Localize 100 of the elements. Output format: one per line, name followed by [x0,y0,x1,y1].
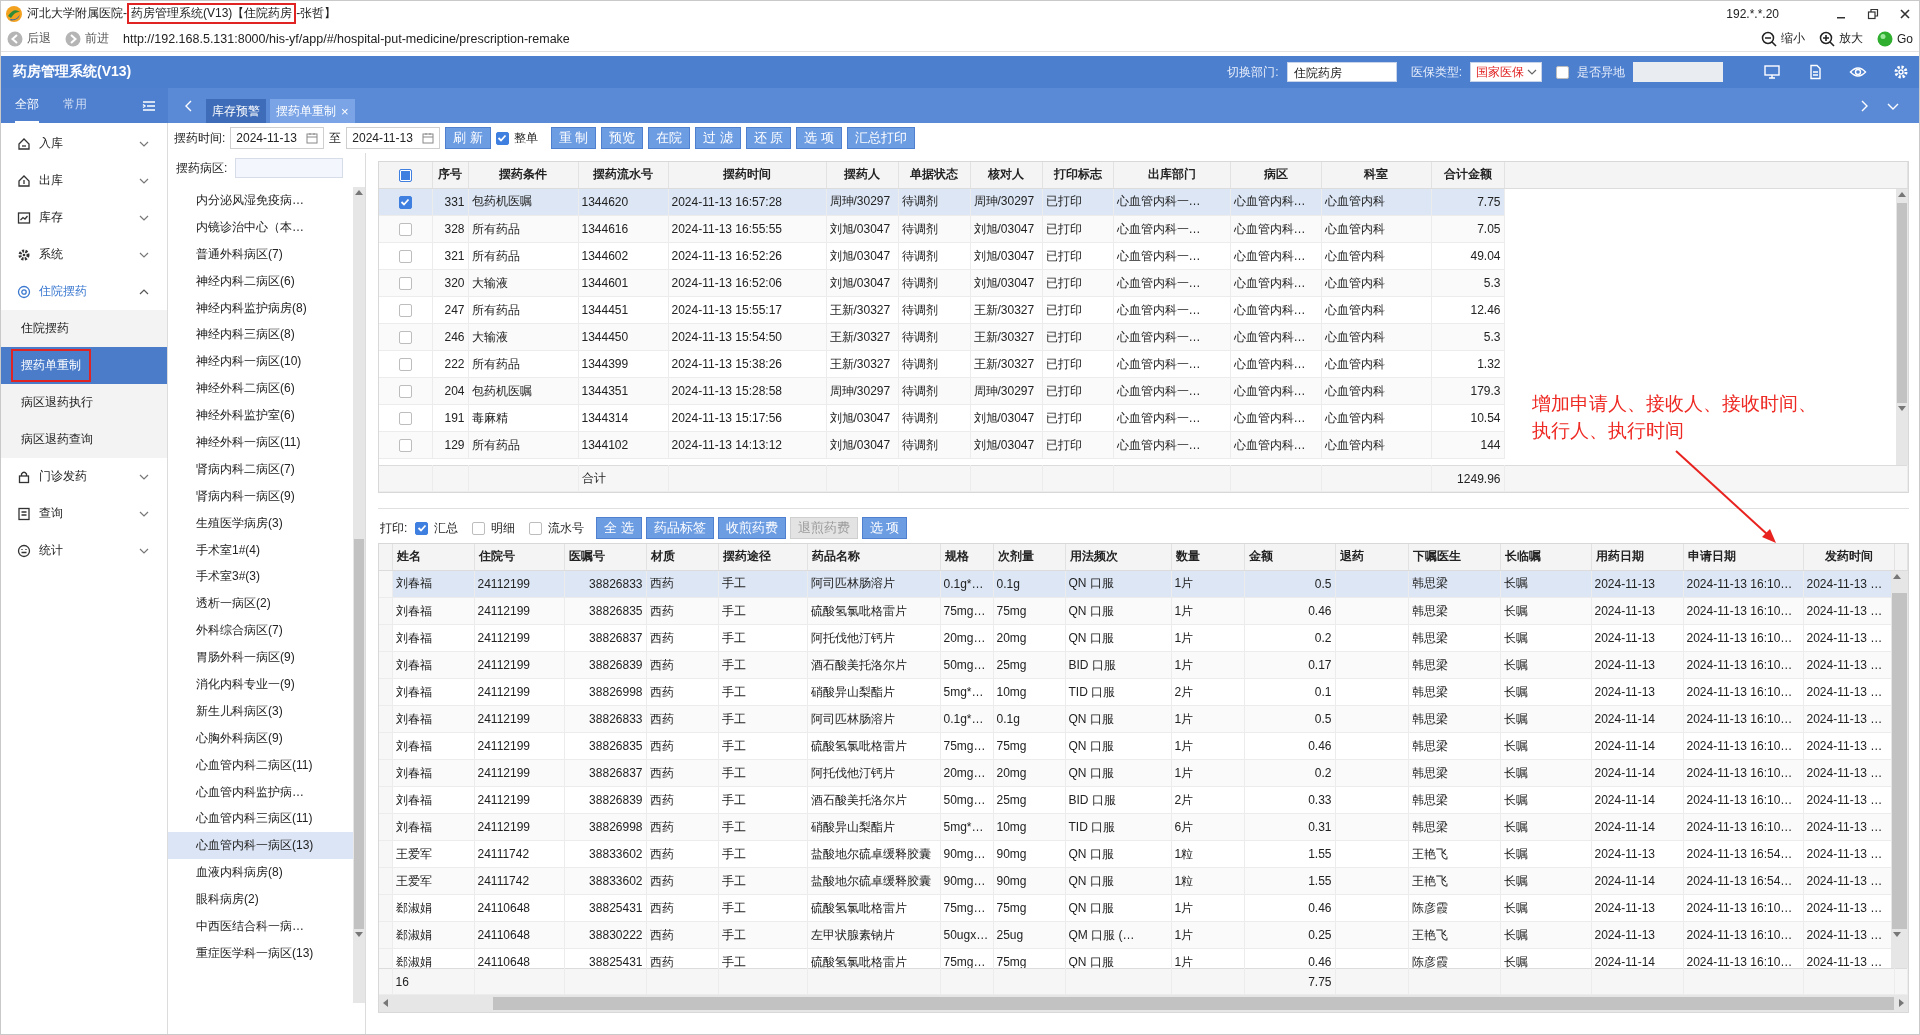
list-item[interactable]: 内镜诊治中心（本… [168,213,353,241]
list-item[interactable]: 肾病内科二病区(7) [168,455,353,483]
go-button[interactable]: Go [1877,30,1913,47]
settings-icon[interactable] [1893,64,1909,80]
submenu-item[interactable]: 病区退药执行 [1,384,167,421]
list-item[interactable]: 心血管内科三病区(11) [168,805,353,833]
back-button[interactable]: 后退 [7,30,51,47]
select-all-checkbox[interactable] [398,168,412,182]
checkbox[interactable] [529,521,543,535]
table-row[interactable]: 204 包药机医嘱 1344351 2024-11-13 15:28:58 周珅/30297 待调剂 周珅/30297 已打印 心血管内科一… 心血管内科… 心血管内科 179.3 [379,377,1504,405]
row-checkbox[interactable] [398,439,412,453]
table-row[interactable]: 刘春福 24112199 38826833 西药 手工 阿司匹林肠溶片 0.1g*… 0.1g QN 口服 1片 0.5 韩思梁 长嘱 2024-11-13 2024-11-13 16:10… 2024-11-13 … [379,570,1891,598]
date-field[interactable]: 2024-11-13 [346,127,441,149]
row-checkbox[interactable] [398,250,412,264]
table-row[interactable]: 247 所有药品 1344451 2024-11-13 15:55:17 王新/30327 待调剂 王新/30327 已打印 心血管内科一… 心血管内科… 心血管内科 12.46 [379,296,1504,324]
tab[interactable]: 全部 [15,88,39,123]
department-field[interactable]: 住院药房 [1286,62,1397,82]
menu-item[interactable]: 入库 [1,125,167,162]
list-item[interactable]: 胃肠外科一病区(9) [168,644,353,672]
scrollbar[interactable] [1896,188,1908,465]
list-item[interactable]: 神经内科三病区(8) [168,321,353,349]
list-item[interactable]: 手术室1#(4) [168,536,353,564]
chevron-left-icon[interactable] [184,99,194,112]
table-row[interactable]: 刘春福 24112199 38826839 西药 手工 酒石酸美托洛尔片 50mg… 25mg BID 口服 2片 0.33 韩思梁 长嘱 2024-11-14 2024-11-13 16:10… 2024-11-13 … [379,786,1891,814]
list-item[interactable]: 心血管内科一病区(13) [168,832,353,860]
table-row[interactable]: 王爱军 24111742 38833602 西药 手工 盐酸地尔硫卓缓释胶囊 90mg… 90mg QN 口服 1粒 1.55 王艳飞 长嘱 2024-11-14 2024-11-13 16:54… 2024-11-13 … [379,867,1891,895]
column-header[interactable]: 退药 [1339,549,1364,564]
table-row[interactable]: 129 所有药品 1344102 2024-11-13 14:13:12 刘旭/03047 待调剂 刘旭/03047 已打印 心血管内科一… 心血管内科… 心血管内科 144 [379,431,1504,459]
table-row[interactable]: 222 所有药品 1344399 2024-11-13 15:38:26 王新/30327 待调剂 王新/30327 已打印 心血管内科一… 心血管内科… 心血管内科 1.32 [379,350,1504,378]
menu-item[interactable]: 统计 [1,532,167,569]
table-row[interactable]: 刘春福 24112199 38826837 西药 手工 阿托伐他汀钙片 20mg… 20mg QN 口服 1片 0.2 韩思梁 长嘱 2024-11-14 2024-11-13 16:10… 2024-11-13 … [379,759,1891,787]
list-item[interactable]: 手术室3#(3) [168,563,353,591]
menu-item[interactable]: 库存 [1,199,167,236]
list-item[interactable]: 生殖医学病房(3) [168,509,353,537]
blank-field[interactable] [1633,62,1723,82]
row-checkbox[interactable] [398,223,412,237]
eye-icon[interactable] [1849,64,1867,80]
remote-checkbox[interactable] [1556,65,1569,79]
list-item[interactable]: 重症医学科一病区(13) [168,939,353,967]
list-item[interactable]: 眼科病房(2) [168,886,353,914]
scrollbar[interactable] [379,995,1908,1012]
close-icon[interactable] [1899,7,1911,20]
list-item[interactable]: 血液内科病房(8) [168,859,353,887]
table-row[interactable]: 246 大输液 1344450 2024-11-13 15:54:50 王新/30327 待调剂 王新/30327 已打印 心血管内科一… 心血管内科… 心血管内科 5.3 [379,323,1504,351]
menu-item[interactable]: 住院摆药 [1,273,167,310]
table-row[interactable]: 320 大输液 1344601 2024-11-13 16:52:06 刘旭/03047 待调剂 刘旭/03047 已打印 心血管内科一… 心血管内科… 心血管内科 5.3 [379,269,1504,297]
table-row[interactable]: 刘春福 24112199 38826998 西药 手工 硝酸异山梨酯片 5mg*… 10mg TID 口服 6片 0.31 韩思梁 长嘱 2024-11-14 2024-11-13 16:10… 2024-11-13 … [379,813,1891,841]
column-header[interactable]: 姓名 [396,549,421,564]
checkbox[interactable] [415,521,429,535]
row-checkbox[interactable] [398,331,412,345]
list-item[interactable]: 心血管内科二病区(11) [168,751,353,779]
restore-icon[interactable] [1867,7,1879,20]
list-item[interactable]: 神经外科监护室(6) [168,402,353,429]
menu-item[interactable]: 系统 [1,236,167,273]
column-header[interactable]: 数量 [1175,549,1200,564]
row-checkbox[interactable] [398,304,412,318]
scrollbar[interactable] [353,187,365,1003]
list-item[interactable]: 中西医结合科一病… [168,913,353,940]
row-checkbox[interactable] [398,358,412,372]
table-row[interactable]: 刘春福 24112199 38826835 西药 手工 硫酸氢氯吡格雷片 75mg… 75mg QN 口服 1片 0.46 韩思梁 长嘱 2024-11-13 2024-11-13 16:10… 2024-11-13 … [379,597,1891,625]
scrollbar[interactable] [1891,570,1908,968]
list-item[interactable]: 神经内科二病区(6) [168,267,353,295]
table-row[interactable]: 328 所有药品 1344616 2024-11-13 16:55:55 刘旭/03047 待调剂 刘旭/03047 已打印 心血管内科一… 心血管内科… 心血管内科 7.05 [379,215,1504,243]
table-row[interactable]: 刘春福 24112199 38826839 西药 手工 酒石酸美托洛尔片 50mg… 25mg BID 口服 1片 0.17 韩思梁 长嘱 2024-11-13 2024-11-13 16:10… 2024-11-13 … [379,651,1891,679]
insurance-select[interactable]: 国家医保 [1470,62,1542,82]
checkbox[interactable] [495,131,509,145]
list-item[interactable]: 神经外科一病区(11) [168,429,353,456]
table-row[interactable]: 王爱军 24111742 38833602 西药 手工 盐酸地尔硫卓缓释胶囊 90mg… 90mg QN 口服 1粒 1.55 王艳飞 长嘱 2024-11-13 2024-11-13 16:54… 2024-11-13 … [379,840,1891,868]
zoom-out-button[interactable]: 缩小 [1761,30,1805,47]
table-row[interactable]: 郄淑娟 24110648 38830222 西药 手工 左甲状腺素钠片 50ugx… 25ug QM 口服 (… 1片 0.25 王艳飞 长嘱 2024-11-13 2024-11-13 16:10… 2024-11-13 … [379,921,1891,949]
list-item[interactable]: 内分泌风湿免疫病… [168,187,353,214]
list-item[interactable]: 外科综合病区(7) [168,617,353,645]
row-checkbox[interactable] [398,412,412,426]
list-item[interactable]: 新生儿科病区(3) [168,697,353,725]
chevron-right-icon[interactable] [1859,99,1869,112]
list-item[interactable]: 肾病内科一病区(9) [168,482,353,510]
menu-item[interactable]: 查询 [1,495,167,532]
row-checkbox[interactable] [398,195,412,209]
submenu-item[interactable]: 摆药单重制 [1,347,167,384]
menu-item[interactable]: 门诊发药 [1,458,167,495]
row-checkbox[interactable] [398,277,412,291]
list-item[interactable]: 神经外科二病区(6) [168,375,353,403]
forward-button[interactable]: 前进 [65,30,109,47]
menu-icon[interactable] [142,99,156,112]
table-row[interactable]: 刘春福 24112199 38826835 西药 手工 硫酸氢氯吡格雷片 75mg… 75mg QN 口服 1片 0.46 韩思梁 长嘱 2024-11-14 2024-11-13 16:10… 2024-11-13 … [379,732,1891,760]
column-header[interactable]: 摆药时间 [723,167,771,182]
list-item[interactable]: 消化内科专业一(9) [168,671,353,698]
column-header[interactable]: 金额 [1248,549,1273,564]
table-row[interactable]: 331 包药机医嘱 1344620 2024-11-13 16:57:28 周珅/30297 待调剂 周珅/30297 已打印 心血管内科一… 心血管内科… 心血管内科 7.75 [379,188,1504,216]
ward-search-field[interactable] [235,158,344,178]
zoom-in-button[interactable]: 放大 [1819,30,1863,47]
table-row[interactable]: 刘春福 24112199 38826837 西药 手工 阿托伐他汀钙片 20mg… 20mg QN 口服 1片 0.2 韩思梁 长嘱 2024-11-13 2024-11-13 16:10… 2024-11-13 … [379,624,1891,652]
address-field[interactable]: http://192.168.5.131:8000/his-yf/app/#/hospital-put-medicine/prescription-remake [123,31,1747,46]
table-row[interactable]: 刘春福 24112199 38826833 西药 手工 阿司匹林肠溶片 0.1g*… 0.1g QN 口服 1片 0.5 韩思梁 长嘱 2024-11-14 2024-11-13 16:10… 2024-11-13 … [379,705,1891,733]
table-row[interactable]: 刘春福 24112199 38826998 西药 手工 硝酸异山梨酯片 5mg*… 10mg TID 口服 2片 0.1 韩思梁 长嘱 2024-11-13 2024-11-13 16:10… 2024-11-13 … [379,678,1891,706]
column-header[interactable]: 科室 [1364,167,1388,182]
list-item[interactable]: 心胸外科病区(9) [168,724,353,752]
menu-item[interactable]: 出库 [1,162,167,199]
table-row[interactable]: 191 毒麻精 1344314 2024-11-13 15:17:56 刘旭/03047 待调剂 刘旭/03047 已打印 心血管内科一… 心血管内科… 心血管内科 10.54 [379,404,1504,432]
table-row[interactable]: 321 所有药品 1344602 2024-11-13 16:52:26 刘旭/03047 待调剂 刘旭/03047 已打印 心血管内科一… 心血管内科… 心血管内科 49.04 [379,242,1504,270]
